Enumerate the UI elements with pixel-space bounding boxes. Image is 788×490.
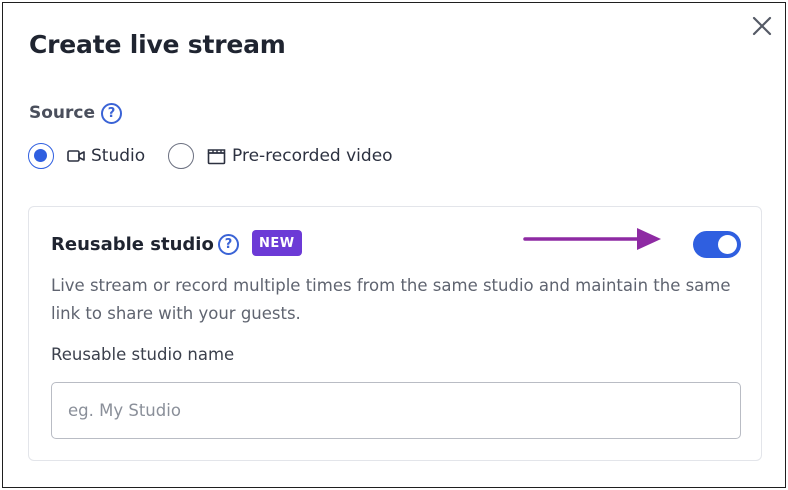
film-clapper-icon [207, 149, 226, 165]
studio-name-label: Reusable studio name [51, 345, 235, 364]
annotation-arrow-icon [523, 228, 661, 250]
studio-radio[interactable] [28, 143, 54, 169]
source-label: Source [29, 103, 96, 123]
reusable-studio-description: Live stream or record multiple times fro… [51, 276, 731, 323]
pre-recorded-option-label[interactable]: Pre-recorded video [232, 146, 393, 166]
reusable-studio-toggle[interactable] [693, 231, 741, 258]
question-circle-icon[interactable]: ? [218, 234, 239, 255]
create-live-stream-dialog: Create live stream Source ? Studio Pre-r… [2, 2, 786, 488]
reusable-studio-title: Reusable studio [51, 234, 214, 255]
dialog-title: Create live stream [29, 30, 286, 59]
pre-recorded-radio[interactable] [168, 143, 194, 169]
studio-option-label[interactable]: Studio [91, 146, 145, 166]
new-badge: NEW [252, 230, 302, 256]
toggle-knob [718, 235, 737, 254]
question-circle-icon[interactable]: ? [101, 103, 122, 124]
close-icon[interactable] [749, 13, 775, 39]
video-camera-icon [67, 150, 85, 162]
studio-name-input[interactable] [51, 382, 741, 439]
